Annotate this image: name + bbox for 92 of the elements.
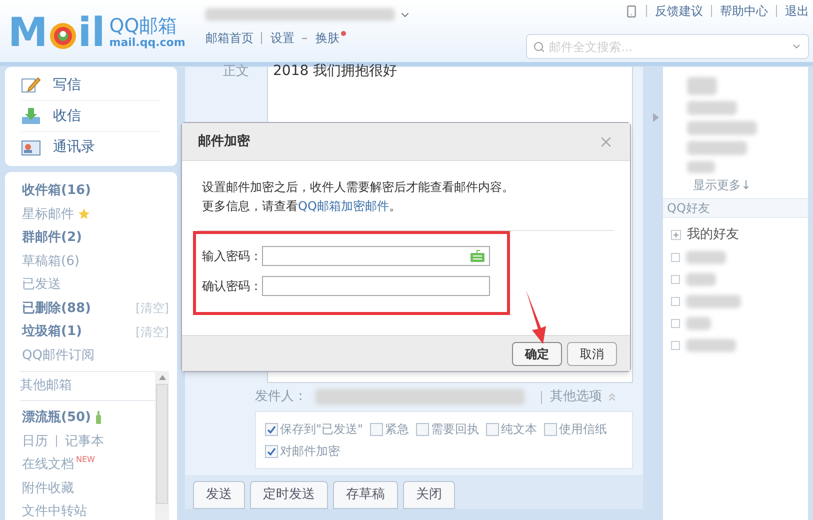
folder-link[interactable]: 已删除(88) bbox=[22, 298, 91, 318]
field-label: 输入密码： bbox=[202, 248, 262, 265]
option-label: 对邮件加密 bbox=[280, 443, 340, 460]
friends-header: QQ好友 bbox=[663, 198, 808, 218]
sidebar-action[interactable]: 写信 bbox=[21, 70, 161, 101]
tool-link[interactable]: 在线文档 bbox=[22, 455, 74, 474]
collapse-arrow-icon[interactable] bbox=[653, 113, 659, 122]
scrollbar[interactable] bbox=[155, 371, 169, 520]
redacted-block bbox=[687, 141, 747, 155]
settings-link[interactable]: 设置 bbox=[270, 29, 294, 47]
logo-title: QQ邮箱 bbox=[109, 16, 178, 36]
bottle-icon bbox=[94, 411, 102, 424]
folder-link[interactable]: 群邮件(2) bbox=[22, 228, 82, 248]
description-text: 设置邮件加密之后，收件人需要解密后才能查看邮件内容。 bbox=[202, 179, 515, 196]
new-label: NEW bbox=[76, 454, 95, 466]
calendar-link[interactable]: 日历 bbox=[22, 432, 48, 451]
password-field[interactable] bbox=[262, 276, 490, 296]
body-text: 2018 我们拥抱很好 bbox=[273, 62, 398, 81]
redacted-block bbox=[686, 272, 716, 286]
description-text: 更多信息，请查看QQ邮箱加密邮件。 bbox=[202, 198, 402, 215]
contact-card-icon bbox=[21, 140, 41, 156]
expand-toggle[interactable] bbox=[671, 340, 680, 350]
option-label: 需要回执 bbox=[431, 421, 480, 438]
tool-link[interactable]: 漂流瓶(50) bbox=[22, 408, 91, 428]
folder-link[interactable]: 已发送 bbox=[22, 275, 61, 294]
logo-letter: M bbox=[8, 13, 48, 53]
expand-toggle[interactable] bbox=[671, 252, 680, 262]
dialog-title: 邮件加密 bbox=[198, 132, 250, 151]
option-label: 紧急 bbox=[385, 421, 410, 438]
folder-link[interactable]: 垃圾箱(1) bbox=[22, 322, 82, 342]
option-label: 保存到"已发送" bbox=[280, 421, 364, 438]
notepad-link[interactable]: 记事本 bbox=[65, 432, 104, 451]
show-more-link[interactable]: 显示更多↓ bbox=[693, 176, 808, 194]
compose-button[interactable]: 关闭 bbox=[403, 481, 455, 509]
logo-domain: mail.qq.com bbox=[109, 36, 186, 50]
redacted-block bbox=[686, 250, 726, 264]
star-icon bbox=[78, 208, 90, 220]
help-link[interactable]: 帮助中心 bbox=[720, 2, 768, 20]
friend-group[interactable]: 我的好友 bbox=[687, 225, 739, 245]
expand-toggle[interactable] bbox=[671, 318, 680, 328]
folder-link[interactable]: QQ邮件订阅 bbox=[22, 346, 94, 365]
redacted-block bbox=[687, 77, 717, 95]
phone-icon[interactable] bbox=[625, 4, 638, 18]
other-options-link[interactable]: 其他选项 bbox=[550, 387, 602, 407]
skin-link[interactable]: 换肤 bbox=[315, 29, 340, 47]
compose-button[interactable]: 存草稿 bbox=[333, 481, 398, 509]
feedback-link[interactable]: 反馈建议 bbox=[655, 2, 703, 20]
inbox-download-icon bbox=[21, 107, 41, 125]
redacted-block bbox=[686, 338, 736, 352]
redacted-block bbox=[686, 294, 741, 308]
scroll-up-icon[interactable] bbox=[158, 375, 166, 380]
mailbox-home-link[interactable]: 邮箱首页 bbox=[205, 29, 254, 47]
expand-toggle[interactable] bbox=[671, 296, 680, 306]
keyboard-icon[interactable] bbox=[470, 250, 485, 262]
logo-penguin-icon bbox=[48, 21, 78, 51]
encrypted-mail-link[interactable]: QQ邮箱加密邮件 bbox=[298, 199, 389, 213]
expand-toggle[interactable] bbox=[671, 230, 681, 240]
redacted-block bbox=[687, 101, 737, 115]
compose-button[interactable]: 发送 bbox=[193, 481, 245, 509]
checkbox[interactable] bbox=[486, 422, 500, 436]
pencil-note-icon bbox=[21, 76, 41, 94]
dialog-button[interactable]: 取消 bbox=[567, 342, 617, 366]
field-label: 确认密码： bbox=[202, 278, 262, 295]
logout-link[interactable]: 退出 bbox=[785, 2, 809, 20]
checkbox[interactable] bbox=[416, 422, 430, 436]
redacted-block bbox=[687, 121, 757, 135]
tool-link[interactable]: 文件中转站 bbox=[22, 502, 87, 520]
logo-letter: il bbox=[78, 13, 106, 53]
password-field[interactable] bbox=[262, 246, 490, 266]
dialog-button[interactable]: 确定 bbox=[512, 342, 562, 366]
checkbox[interactable] bbox=[265, 422, 278, 436]
collapse-chevron-icon[interactable] bbox=[606, 391, 618, 403]
sidebar-action[interactable]: 收信 bbox=[21, 101, 161, 132]
tool-link[interactable]: 附件收藏 bbox=[22, 478, 74, 498]
folder-link[interactable]: 星标邮件 bbox=[22, 204, 74, 224]
checkbox[interactable] bbox=[544, 422, 558, 436]
compose-button[interactable]: 定时发送 bbox=[250, 481, 328, 509]
checkbox[interactable] bbox=[370, 422, 384, 436]
other-mailbox-link[interactable]: 其他邮箱 bbox=[20, 376, 72, 396]
folder-link[interactable]: 收件箱(16) bbox=[22, 181, 91, 200]
search-icon bbox=[533, 41, 545, 53]
option-label: 纯文本 bbox=[501, 421, 538, 438]
checkbox[interactable] bbox=[265, 444, 278, 458]
redacted-block bbox=[686, 316, 711, 330]
annotation-arrow bbox=[524, 289, 548, 345]
option-label: 使用信纸 bbox=[559, 421, 608, 438]
sidebar-action[interactable]: 通讯录 bbox=[21, 132, 161, 163]
body-label: 正文 bbox=[223, 63, 250, 81]
sender-label: 发件人： bbox=[255, 388, 307, 406]
folder-link[interactable]: 草稿箱(6) bbox=[22, 252, 80, 271]
redacted-block bbox=[687, 161, 715, 173]
expand-toggle[interactable] bbox=[671, 274, 680, 284]
